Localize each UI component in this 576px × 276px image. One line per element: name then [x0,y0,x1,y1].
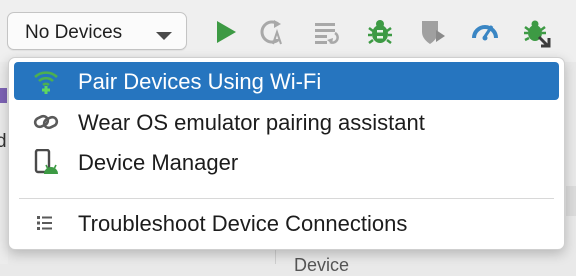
menu-item-troubleshoot-connections[interactable]: Troubleshoot Device Connections [14,204,559,242]
apply-changes-restart-icon[interactable] [259,18,287,46]
menu-item-label: Troubleshoot Device Connections [78,211,408,236]
apply-code-changes-icon[interactable] [313,18,341,46]
chevron-down-icon [155,28,173,46]
menu-item-pair-devices-wifi[interactable]: Pair Devices Using Wi-Fi [14,62,559,100]
device-selector-dropdown[interactable]: No Devices [7,12,187,50]
profiler-icon[interactable] [471,18,499,46]
menu-item-label: Wear OS emulator pairing assistant [78,110,425,135]
device-dropdown-menu: Pair Devices Using Wi-Fi Wear OS emulato… [8,57,565,250]
menu-item-label: Pair Devices Using Wi-Fi [78,69,322,94]
menu-item-label: Device Manager [78,150,239,175]
right-tool-tab [566,186,576,216]
editor-fragment: d [0,131,7,152]
coverage-icon[interactable] [418,18,446,46]
device-manager-icon [33,149,59,175]
project-marker [0,88,7,103]
device-selector-label: No Devices [25,22,123,43]
wifi-add-icon [33,68,59,94]
link-icon [33,109,59,135]
device-panel-label: Device [294,255,350,275]
menu-item-wear-os-pairing[interactable]: Wear OS emulator pairing assistant [14,103,559,141]
menu-item-device-manager[interactable]: Device Manager [14,143,559,181]
debug-icon[interactable] [366,18,394,46]
list-icon [33,210,59,236]
menu-separator [19,198,554,199]
main-toolbar: No Devices [0,0,576,62]
attach-debugger-icon[interactable] [522,18,551,48]
run-icon[interactable] [212,18,240,46]
